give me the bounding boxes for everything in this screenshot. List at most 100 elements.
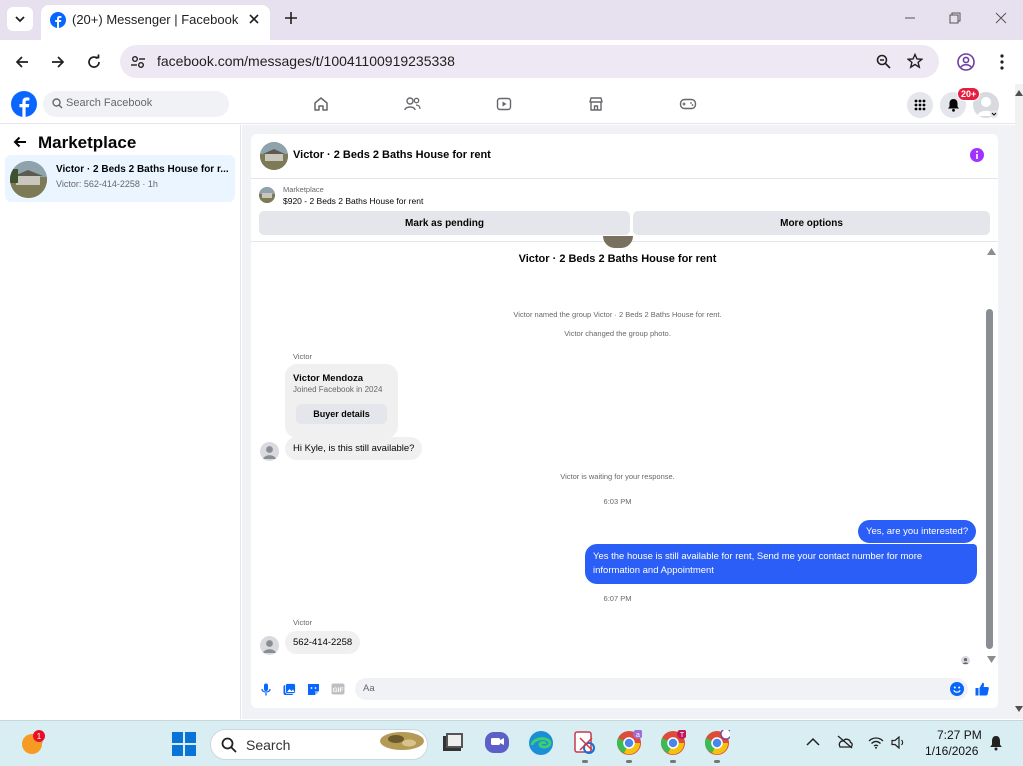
scroll-down-icon[interactable] [987, 656, 996, 663]
message-list: Victor · 2 Beds 2 Baths House for rent V… [251, 236, 986, 670]
back-icon[interactable] [14, 54, 30, 70]
conversation-list-pane: Marketplace Victor · 2 Beds 2 Baths Hous… [0, 125, 241, 719]
browser-toolbar: facebook.com/messages/t/1004110091923533… [0, 40, 1023, 84]
new-tab-icon[interactable] [283, 10, 299, 26]
outgoing-message[interactable]: Yes the house is still available for ren… [585, 544, 977, 584]
marketplace-label: Marketplace [283, 185, 324, 194]
chat-app-icon[interactable] [484, 730, 510, 756]
avatar-silhouette-icon [263, 640, 276, 653]
message-placeholder: Aa [363, 683, 375, 694]
page-scroll-down-icon[interactable] [1015, 706, 1023, 712]
browser-tab[interactable]: (20+) Messenger | Facebook [41, 5, 270, 40]
info-icon[interactable] [970, 148, 984, 162]
close-tab-icon[interactable] [248, 13, 260, 25]
grid-menu-icon [914, 99, 926, 111]
emoji-icon[interactable] [950, 682, 964, 696]
seen-avatar-icon [961, 656, 970, 665]
system-note-photo: Victor changed the group photo. [564, 329, 671, 338]
microphone-icon[interactable] [261, 683, 271, 696]
profile-icon[interactable] [957, 53, 975, 71]
chat-panel: Victor · 2 Beds 2 Baths House for rent M… [251, 134, 998, 708]
clock-time[interactable]: 7:27 PM [937, 728, 982, 742]
close-window-icon[interactable] [994, 11, 1008, 25]
wifi-icon[interactable] [868, 736, 884, 749]
bell-icon [947, 99, 959, 112]
restore-icon[interactable] [948, 11, 962, 25]
running-indicator [582, 760, 588, 763]
facebook-favicon-icon [50, 12, 66, 28]
buyer-profile-card: Victor Mendoza Joined Facebook in 2024 B… [285, 364, 398, 438]
cloud-offline-icon[interactable] [836, 735, 854, 749]
buyer-joined: Joined Facebook in 2024 [293, 385, 383, 394]
svg-text:T: T [680, 732, 685, 739]
like-thumb-icon[interactable] [975, 682, 989, 696]
notification-badge: 20+ [957, 87, 981, 101]
home-icon[interactable] [313, 96, 329, 112]
clock-date[interactable]: 1/16/2026 [925, 744, 978, 758]
facebook-search-input[interactable]: Search Facebook [43, 91, 229, 117]
running-indicator [626, 760, 632, 763]
page-scroll-up-icon[interactable] [1015, 90, 1023, 96]
file-manager-app-icon[interactable] [440, 730, 466, 756]
address-bar[interactable]: facebook.com/messages/t/1004110091923533… [120, 45, 939, 78]
sender-avatar[interactable] [260, 442, 279, 461]
volume-icon[interactable] [891, 736, 907, 749]
sender-avatar[interactable] [260, 636, 279, 655]
marketplace-icon[interactable] [588, 96, 604, 112]
buyer-name: Victor Mendoza [293, 373, 364, 384]
chrome-profile-a-icon[interactable]: a [616, 730, 642, 756]
tab-search-button[interactable] [7, 7, 33, 31]
sender-label: Victor [293, 352, 313, 361]
browser-menu-icon[interactable] [999, 53, 1005, 71]
svg-text:a: a [636, 732, 640, 739]
marketplace-listing-banner: Marketplace $920 - 2 Beds 2 Baths House … [251, 180, 998, 242]
bookmark-star-icon[interactable] [907, 53, 923, 69]
scroll-up-icon[interactable] [987, 248, 996, 255]
incoming-message[interactable]: Hi Kyle, is this still available? [285, 437, 423, 460]
reload-icon[interactable] [86, 54, 102, 70]
facebook-header: Search Facebook [0, 84, 1023, 124]
menu-button[interactable] [907, 92, 933, 118]
back-arrow-icon[interactable] [13, 136, 27, 148]
message-composer: GIF Aa [251, 674, 998, 708]
chrome-profile-icon[interactable] [704, 730, 730, 756]
listing-price-title[interactable]: $920 - 2 Beds 2 Baths House for rent [283, 196, 423, 206]
more-options-button[interactable]: More options [633, 211, 990, 235]
friends-icon[interactable] [404, 96, 421, 112]
photo-icon[interactable] [283, 683, 296, 696]
search-icon [221, 737, 237, 753]
message-input[interactable]: Aa [355, 678, 968, 700]
snipping-tool-icon[interactable] [572, 730, 598, 756]
page-scrollbar[interactable] [1015, 84, 1023, 719]
timestamp: 6:07 PM [603, 594, 632, 603]
facebook-logo-icon[interactable] [11, 91, 37, 117]
weather-widget-icon[interactable]: 1 [20, 730, 46, 756]
video-icon[interactable] [496, 96, 512, 112]
conversation-item[interactable]: Victor · 2 Beds 2 Baths House for r... V… [5, 155, 235, 202]
chat-scroll-thumb[interactable] [986, 309, 993, 649]
avatar-silhouette-icon [263, 446, 276, 459]
notification-bell-icon[interactable] [989, 735, 1003, 751]
tray-chevron-up-icon[interactable] [806, 737, 820, 747]
search-icon [52, 98, 63, 109]
gif-icon[interactable]: GIF [331, 683, 345, 695]
chat-title[interactable]: Victor · 2 Beds 2 Baths House for rent [293, 149, 491, 161]
mark-as-pending-button[interactable]: Mark as pending [259, 211, 630, 235]
minimize-icon[interactable] [903, 11, 917, 25]
running-indicator [714, 760, 720, 763]
site-info-icon[interactable] [130, 54, 146, 70]
windows-taskbar: 1 Search a T 7:27 PM 1/16/2026 [0, 720, 1023, 766]
gaming-icon[interactable] [679, 96, 697, 112]
forward-icon[interactable] [50, 54, 66, 70]
taskbar-search[interactable]: Search [210, 729, 428, 760]
outgoing-message[interactable]: Yes, are you interested? [858, 520, 977, 543]
start-windows-icon[interactable] [172, 732, 196, 756]
edge-browser-icon[interactable] [528, 730, 554, 756]
incoming-message[interactable]: 562-414-2258 [285, 631, 361, 654]
zoom-icon[interactable] [876, 54, 891, 69]
sticker-icon[interactable] [307, 683, 320, 696]
buyer-details-button[interactable]: Buyer details [296, 404, 387, 424]
chat-avatar[interactable] [260, 142, 288, 170]
chrome-profile-t-icon[interactable]: T [660, 730, 686, 756]
search-highlight-image [380, 732, 424, 750]
